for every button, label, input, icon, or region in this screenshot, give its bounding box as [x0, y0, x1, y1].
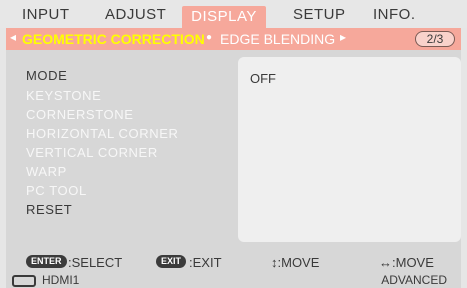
mode-value[interactable]: OFF: [250, 71, 276, 86]
menu-content: MODE KEYSTONE CORNERSTONE HORIZONTAL COR…: [6, 50, 461, 252]
enter-key-icon: ENTER: [26, 255, 67, 268]
menu-mode: ADVANCED: [381, 273, 447, 287]
input-source: HDMI1: [42, 273, 80, 287]
submenu-edge-blending[interactable]: EDGE BLENDING: [220, 31, 335, 47]
footer-hints: ENTER :SELECT EXIT :EXIT ↕:MOVE ↔:MOVE: [6, 252, 461, 272]
item-vertical-corner: VERTICAL CORNER: [26, 145, 158, 160]
tab-adjust[interactable]: ADJUST: [105, 6, 166, 28]
tab-input[interactable]: INPUT: [22, 6, 70, 28]
item-keystone: KEYSTONE: [26, 88, 102, 103]
submenu-bar: ◂ GEOMETRIC CORRECTION ● EDGE BLENDING ▸…: [6, 28, 461, 50]
tab-display[interactable]: DISPLAY: [182, 6, 266, 30]
left-triangle-icon[interactable]: ◂: [10, 30, 16, 44]
tab-info[interactable]: INFO.: [373, 6, 416, 28]
move-vertical-hint: ↕:MOVE: [271, 255, 320, 270]
item-horizontal-corner: HORIZONTAL CORNER: [26, 126, 179, 141]
item-pc-tool: PC TOOL: [26, 183, 87, 198]
item-reset[interactable]: RESET: [26, 202, 72, 217]
exit-hint: :EXIT: [189, 255, 222, 270]
right-triangle-icon[interactable]: ▸: [340, 30, 346, 44]
menu-tabs: INPUT ADJUST DISPLAY SETUP INFO.: [0, 0, 467, 30]
move-horizontal-hint: ↔:MOVE: [379, 255, 434, 270]
separator-dot-icon: ●: [206, 32, 213, 43]
item-mode[interactable]: MODE: [26, 68, 67, 83]
status-bar: HDMI1 ADVANCED: [6, 272, 461, 288]
value-panel: OFF: [238, 57, 461, 242]
submenu-geometric-correction[interactable]: GEOMETRIC CORRECTION: [22, 31, 205, 47]
exit-key-icon: EXIT: [156, 255, 187, 268]
item-warp: WARP: [26, 164, 67, 179]
select-hint: :SELECT: [68, 255, 123, 270]
item-cornerstone: CORNERSTONE: [26, 107, 134, 122]
tab-setup[interactable]: SETUP: [293, 6, 346, 28]
hdmi-connector-icon: [12, 275, 36, 287]
page-indicator: 2/3: [415, 31, 455, 47]
